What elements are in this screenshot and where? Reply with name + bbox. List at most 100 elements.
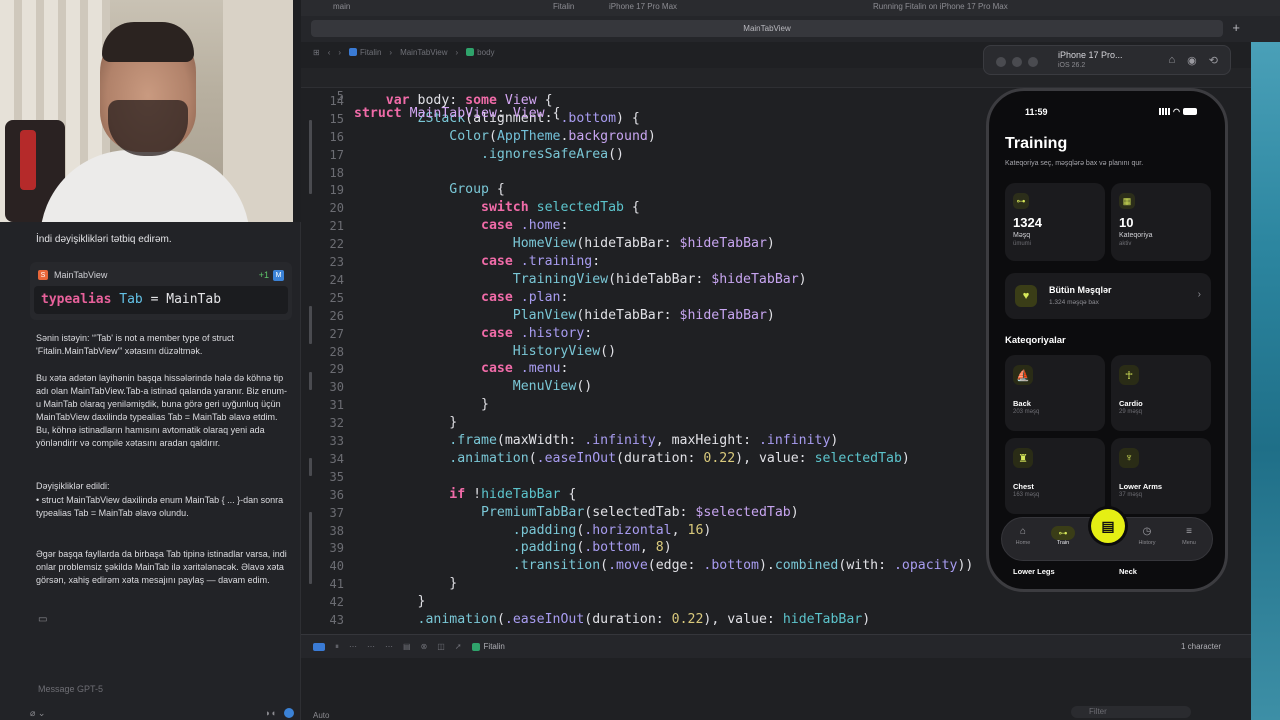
line-number: 29 [329, 362, 344, 377]
tab-label: Train [1056, 540, 1070, 546]
tab-home[interactable]: ⌂ Home [1008, 526, 1038, 546]
all-exercises-sub: 1.324 məşqə bax [1049, 299, 1099, 306]
file-card-header: S MainTabView +1 M [38, 268, 284, 282]
zoom-icon[interactable] [1028, 57, 1038, 67]
plan-fab-button[interactable]: ▤ [1091, 509, 1125, 543]
tab-mainttabview[interactable]: MainTabView [311, 20, 1223, 37]
line-text: case .training: [481, 254, 601, 269]
section-title: Kateqoriyalar [1005, 335, 1066, 346]
status-bar: 11:59 ◠ [989, 107, 1225, 119]
line-text: struct MainTabView: View { [354, 105, 560, 123]
comment-icon[interactable]: ▭ [38, 614, 47, 625]
pause-icon[interactable]: ⏸ [335, 642, 339, 652]
line-number: 23 [329, 255, 344, 269]
line-number: 27 [329, 326, 344, 341]
changed-file-card[interactable]: S MainTabView +1 M typealias Tab = MainT… [30, 262, 292, 320]
code-line: 42 } [301, 593, 1251, 611]
category-count: 37 məşq [1119, 492, 1143, 498]
code-keyword: typealias [41, 292, 112, 307]
destination-label[interactable]: iPhone 17 Pro Max [609, 2, 677, 11]
line-text: case .menu: [481, 361, 569, 377]
stat-card-exercises[interactable]: ⊶ 1324 Məşq ümumi [1005, 183, 1105, 261]
view-hierarchy-icon[interactable]: ▤ [403, 642, 411, 651]
process-target[interactable]: Fitalin [471, 642, 505, 651]
line-text: if !hideTabBar { [449, 486, 577, 502]
add-tab-icon[interactable]: + [1232, 20, 1240, 35]
stat-label: Məşq [1013, 232, 1031, 239]
dumbbell-icon: ⊶ [1013, 193, 1029, 209]
breadcrumb-file[interactable]: MainTabView [400, 48, 447, 57]
tab-history[interactable]: ◷ History [1132, 526, 1162, 546]
line-text: case .history: [481, 325, 593, 341]
rotate-icon[interactable]: ⟲ [1209, 54, 1218, 67]
project-icon [349, 48, 358, 56]
chat-paragraph-2: Bu xəta adətən layihənin başqa hissələri… [36, 373, 287, 448]
line-text: TrainingView(hideTabBar: $hideTabBar) [512, 271, 807, 287]
scheme-label[interactable]: Fitalin [553, 2, 574, 11]
location-icon[interactable]: ➚ [455, 642, 462, 651]
code-type-name: Tab [119, 292, 143, 307]
line-number: 41 [329, 577, 344, 592]
console-filter-input[interactable]: Filter [1071, 706, 1191, 718]
line-number: 42 [329, 595, 344, 610]
line-number: 24 [329, 272, 344, 287]
send-button[interactable] [284, 708, 294, 718]
dumbbell-icon: ⊶ [1048, 526, 1078, 540]
step-out-icon[interactable]: ⋯ [385, 642, 393, 651]
back-icon[interactable]: ‹ [328, 48, 331, 57]
category-card-back[interactable]: ⛵ Back 203 məşq [1005, 355, 1105, 431]
breakpoints-toggle-icon[interactable] [313, 642, 325, 651]
run-status: Running Fitalin on iPhone 17 Pro Max [873, 2, 1008, 11]
category-card-lower-arms[interactable]: ♆ Lower Arms 37 məşq [1111, 438, 1211, 514]
stat-card-categories[interactable]: ▦ 10 Kateqoriya aktiv [1111, 183, 1211, 261]
process-name: Fitalin [483, 642, 505, 651]
screenshot-icon[interactable]: ◉ [1187, 54, 1197, 67]
category-name: Lower Arms [1119, 482, 1163, 491]
line-text: MenuView() [512, 379, 593, 395]
line-text: HomeView(hideTabBar: $hideTabBar) [512, 236, 775, 252]
window-controls[interactable] [996, 57, 1038, 67]
line-text: Color(AppTheme.background) [449, 128, 656, 144]
line-text: PlanView(hideTabBar: $hideTabBar) [512, 307, 775, 323]
environment-icon[interactable]: ◫ [437, 642, 445, 651]
minimize-icon[interactable] [1012, 57, 1022, 67]
simulator-os-version: iOS 26.2 [1058, 62, 1086, 69]
modified-badge: M [273, 269, 284, 281]
breadcrumb-separator-icon: › [455, 47, 459, 57]
category-card-chest[interactable]: ♜ Chest 163 məşq [1005, 438, 1105, 514]
strength-icon: ♆ [1119, 448, 1139, 468]
desktop-wallpaper [1251, 42, 1280, 720]
iphone-simulator-screen[interactable]: 11:59 ◠ Training Kateqoriya seç, məşqlər… [986, 88, 1228, 592]
debug-console[interactable]: Auto Filter [301, 658, 1251, 720]
figure-icon: ☥ [1119, 365, 1139, 385]
line-number: 20 [329, 201, 344, 216]
all-exercises-card[interactable]: ♥ Bütün Məşqlər 1.324 məşqə bax › [1005, 273, 1211, 319]
breadcrumb-project[interactable]: Fitalin [349, 48, 381, 57]
house-icon: ⌂ [1019, 526, 1027, 537]
grid-icon[interactable]: ⊞ [313, 48, 320, 57]
home-icon[interactable]: ⌂ [1169, 54, 1176, 67]
console-mode-select[interactable]: Auto [313, 711, 329, 720]
memory-graph-icon[interactable]: ⊗ [421, 642, 428, 651]
chevron-right-icon: › [1197, 289, 1201, 300]
type-name: View [512, 106, 545, 121]
branch-label[interactable]: main [333, 2, 350, 11]
line-number: 43 [329, 613, 344, 627]
chat-message-input[interactable]: Message GPT-5 [38, 684, 103, 694]
forward-icon[interactable]: › [338, 48, 341, 57]
tab-menu[interactable]: ≡ Menu [1174, 526, 1204, 546]
step-in-icon[interactable]: ⋯ [367, 642, 375, 651]
tab-train[interactable]: ⊶ Train [1048, 526, 1078, 546]
chat-input-toolbar: ⌀ ⌄ ◗◖ [30, 706, 294, 720]
line-number: 31 [329, 398, 344, 413]
close-icon[interactable] [996, 57, 1006, 67]
voice-icon[interactable]: ◗◖ [265, 708, 276, 718]
line-number: 22 [329, 237, 344, 252]
running-icon: ♜ [1013, 448, 1033, 468]
editor-tab-bar: MainTabView + [301, 16, 1280, 42]
code-equals: = [150, 292, 159, 307]
category-card-cardio[interactable]: ☥ Cardio 29 məşq [1111, 355, 1211, 431]
attach-icon[interactable]: ⌀ ⌄ [30, 708, 45, 719]
step-over-icon[interactable]: ⋯ [349, 642, 357, 651]
breadcrumb-symbol[interactable]: body [466, 48, 495, 57]
